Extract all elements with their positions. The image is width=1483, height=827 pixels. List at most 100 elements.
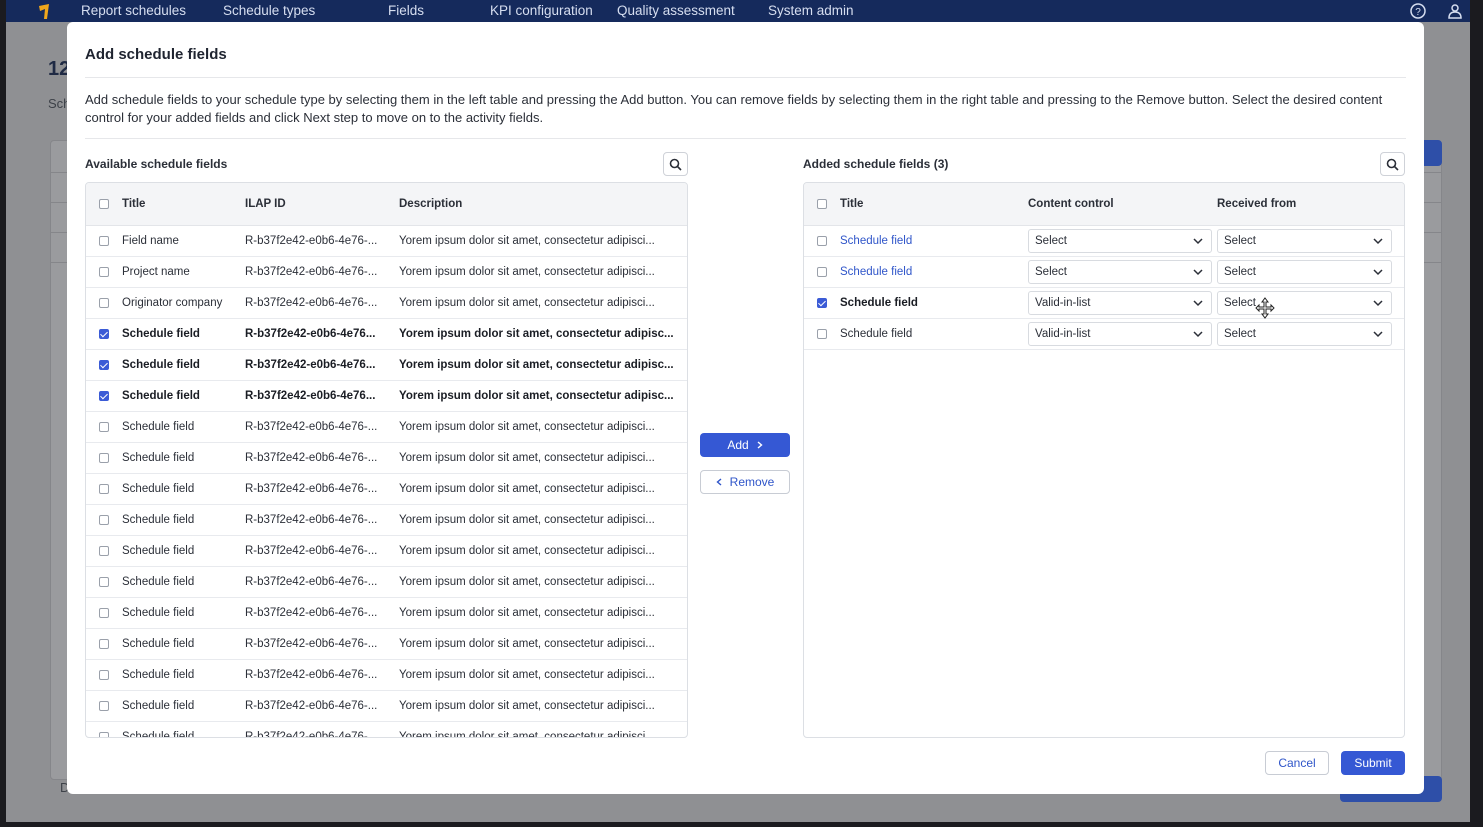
content-control-select[interactable]: Select bbox=[1028, 260, 1212, 284]
row-checkbox[interactable] bbox=[817, 298, 827, 308]
row-checkbox[interactable] bbox=[817, 267, 827, 277]
table-row[interactable]: Schedule field Valid-in-list Select bbox=[804, 319, 1404, 350]
user-icon[interactable] bbox=[1446, 2, 1464, 20]
select-value: Select bbox=[1035, 266, 1067, 278]
chevron-down-icon bbox=[1373, 331, 1383, 338]
row-checkbox[interactable] bbox=[99, 484, 109, 494]
table-row[interactable]: Schedule field R-b37f2e42-e0b6-4e76-... Yo… bbox=[86, 567, 687, 598]
row-checkbox[interactable] bbox=[99, 639, 109, 649]
table-row[interactable]: Schedule field R-b37f2e42-e0b6-4e76-... Yo… bbox=[86, 536, 687, 567]
table-row[interactable]: Field name R-b37f2e42-e0b6-4e76-... Yorem … bbox=[86, 226, 687, 257]
row-checkbox[interactable] bbox=[99, 329, 109, 339]
table-row[interactable]: Schedule field R-b37f2e42-e0b6-4e76-... Yo… bbox=[86, 629, 687, 660]
available-search-button[interactable] bbox=[663, 152, 688, 176]
nav-system-admin[interactable]: System admin bbox=[768, 3, 854, 18]
row-checkbox[interactable] bbox=[99, 546, 109, 556]
row-title: Schedule field bbox=[122, 576, 195, 588]
content-control-select[interactable]: Select bbox=[1028, 229, 1212, 253]
row-title: Schedule field bbox=[122, 452, 195, 464]
row-ilap-id: R-b37f2e42-e0b6-4e76-... bbox=[245, 266, 378, 278]
row-checkbox[interactable] bbox=[99, 236, 109, 246]
table-row[interactable]: Schedule field R-b37f2e42-e0b6-4e76... Yor… bbox=[86, 350, 687, 381]
row-checkbox[interactable] bbox=[817, 329, 827, 339]
app-logo-icon[interactable] bbox=[36, 3, 52, 20]
row-description: Yorem ipsum dolor sit amet, consectetur … bbox=[399, 359, 674, 371]
column-content-control[interactable]: Content control bbox=[1028, 198, 1114, 210]
row-checkbox[interactable] bbox=[99, 453, 109, 463]
table-row[interactable]: Schedule field Select Select bbox=[804, 257, 1404, 288]
column-received-from[interactable]: Received from bbox=[1217, 198, 1296, 210]
nav-quality-assessment[interactable]: Quality assessment bbox=[617, 3, 735, 18]
received-from-select[interactable]: Select bbox=[1217, 322, 1392, 346]
nav-kpi-configuration[interactable]: KPI configuration bbox=[490, 3, 593, 18]
submit-button-label: Submit bbox=[1354, 756, 1392, 770]
row-description: Yorem ipsum dolor sit amet, consectetur … bbox=[399, 297, 655, 309]
row-description: Yorem ipsum dolor sit amet, consectetur … bbox=[399, 421, 655, 433]
row-ilap-id: R-b37f2e42-e0b6-4e76... bbox=[245, 390, 376, 402]
row-description: Yorem ipsum dolor sit amet, consectetur … bbox=[399, 545, 655, 557]
select-value: Valid-in-list bbox=[1035, 297, 1091, 309]
row-title-link[interactable]: Schedule field bbox=[840, 266, 1010, 278]
table-row[interactable]: Schedule field Valid-in-list Select bbox=[804, 288, 1404, 319]
added-search-button[interactable] bbox=[1380, 152, 1405, 176]
app-top-bar: Report schedules Schedule types Fields K… bbox=[6, 0, 1470, 22]
remove-button[interactable]: Remove bbox=[700, 470, 790, 494]
nav-schedule-types[interactable]: Schedule types bbox=[223, 3, 315, 18]
row-checkbox[interactable] bbox=[99, 391, 109, 401]
row-ilap-id: R-b37f2e42-e0b6-4e76... bbox=[245, 328, 376, 340]
column-description[interactable]: Description bbox=[399, 198, 462, 210]
row-ilap-id: R-b37f2e42-e0b6-4e76-... bbox=[245, 607, 378, 619]
row-checkbox[interactable] bbox=[99, 701, 109, 711]
row-description: Yorem ipsum dolor sit amet, consectetur … bbox=[399, 607, 655, 619]
help-icon[interactable]: ? bbox=[1409, 2, 1427, 20]
row-checkbox[interactable] bbox=[99, 360, 109, 370]
row-description: Yorem ipsum dolor sit amet, consectetur … bbox=[399, 731, 655, 738]
row-title: Schedule field bbox=[122, 514, 195, 526]
row-checkbox[interactable] bbox=[99, 732, 109, 737]
row-ilap-id: R-b37f2e42-e0b6-4e76-... bbox=[245, 514, 378, 526]
table-row[interactable]: Schedule field R-b37f2e42-e0b6-4e76-... Yo… bbox=[86, 598, 687, 629]
table-row[interactable]: Schedule field R-b37f2e42-e0b6-4e76-... Yo… bbox=[86, 660, 687, 691]
table-row[interactable]: Schedule field R-b37f2e42-e0b6-4e76... Yor… bbox=[86, 319, 687, 350]
row-checkbox[interactable] bbox=[99, 608, 109, 618]
content-control-select[interactable]: Valid-in-list bbox=[1028, 291, 1212, 315]
row-title: Schedule field bbox=[122, 421, 195, 433]
table-row[interactable]: Schedule field R-b37f2e42-e0b6-4e76-... Yo… bbox=[86, 505, 687, 536]
row-checkbox[interactable] bbox=[99, 298, 109, 308]
table-row[interactable]: Schedule field R-b37f2e42-e0b6-4e76-... Yo… bbox=[86, 412, 687, 443]
row-checkbox[interactable] bbox=[99, 577, 109, 587]
cancel-button[interactable]: Cancel bbox=[1265, 751, 1329, 775]
table-row[interactable]: Schedule field R-b37f2e42-e0b6-4e76-... Yo… bbox=[86, 443, 687, 474]
received-from-select[interactable]: Select bbox=[1217, 229, 1392, 253]
content-control-select[interactable]: Valid-in-list bbox=[1028, 322, 1212, 346]
row-checkbox[interactable] bbox=[817, 236, 827, 246]
table-row[interactable]: Schedule field R-b37f2e42-e0b6-4e76-... Yo… bbox=[86, 691, 687, 722]
row-description: Yorem ipsum dolor sit amet, consectetur … bbox=[399, 452, 655, 464]
nav-fields[interactable]: Fields bbox=[388, 3, 424, 18]
row-checkbox[interactable] bbox=[99, 422, 109, 432]
select-all-checkbox[interactable] bbox=[817, 199, 827, 209]
row-checkbox[interactable] bbox=[99, 670, 109, 680]
row-title-link[interactable]: Schedule field bbox=[840, 235, 1010, 247]
row-checkbox[interactable] bbox=[99, 515, 109, 525]
row-description: Yorem ipsum dolor sit amet, consectetur … bbox=[399, 638, 655, 650]
table-row[interactable]: Originator company R-b37f2e42-e0b6-4e76-.… bbox=[86, 288, 687, 319]
select-all-checkbox[interactable] bbox=[99, 199, 109, 209]
column-title[interactable]: Title bbox=[122, 198, 145, 210]
submit-button[interactable]: Submit bbox=[1341, 751, 1405, 775]
table-row[interactable]: Schedule field R-b37f2e42-e0b6-4e76... Yor… bbox=[86, 381, 687, 412]
row-checkbox[interactable] bbox=[99, 267, 109, 277]
column-ilap-id[interactable]: ILAP ID bbox=[245, 198, 286, 210]
table-row[interactable]: Schedule field R-b37f2e42-e0b6-4e76-... Yo… bbox=[86, 474, 687, 505]
table-row[interactable]: Schedule field R-b37f2e42-e0b6-4e76-... Yo… bbox=[86, 722, 687, 738]
add-button[interactable]: Add bbox=[700, 433, 790, 457]
column-title[interactable]: Title bbox=[840, 198, 863, 210]
row-ilap-id: R-b37f2e42-e0b6-4e76-... bbox=[245, 421, 378, 433]
row-title: Schedule field bbox=[122, 669, 195, 681]
table-row[interactable]: Project name R-b37f2e42-e0b6-4e76-... Yore… bbox=[86, 257, 687, 288]
nav-report-schedules[interactable]: Report schedules bbox=[81, 3, 186, 18]
svg-text:?: ? bbox=[1415, 7, 1421, 18]
table-row[interactable]: Schedule field Select Select bbox=[804, 226, 1404, 257]
received-from-select[interactable]: Select bbox=[1217, 260, 1392, 284]
received-from-select[interactable]: Select bbox=[1217, 291, 1392, 315]
